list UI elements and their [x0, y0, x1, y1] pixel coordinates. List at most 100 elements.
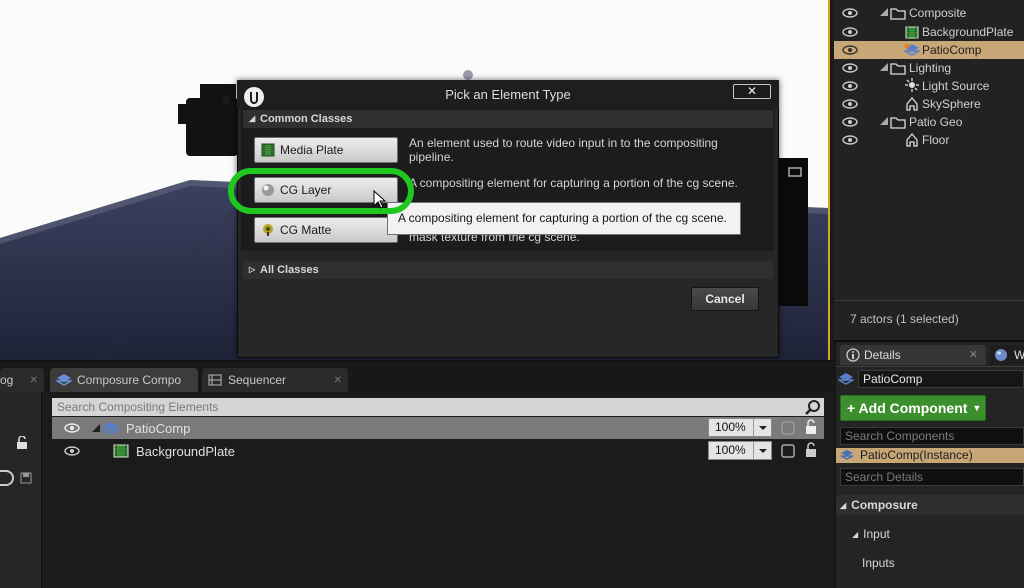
- media-plate-button[interactable]: Media Plate: [254, 137, 398, 163]
- eye-icon[interactable]: [842, 98, 858, 110]
- chevron-down-icon[interactable]: [753, 442, 771, 459]
- eye-icon[interactable]: [842, 62, 858, 74]
- composite-icon: [840, 449, 854, 461]
- element-label: BackgroundPlate: [136, 443, 236, 459]
- actor-icon: [905, 132, 919, 147]
- lock-icon[interactable]: [16, 436, 28, 450]
- category-label: Composure: [851, 498, 918, 512]
- category-composure[interactable]: ◢ Composure: [836, 495, 1024, 515]
- actor-icon: [905, 96, 919, 111]
- outliner-item-backgroundplate[interactable]: BackgroundPlate: [834, 23, 1024, 41]
- opacity-dropdown[interactable]: 100%: [708, 418, 772, 437]
- folder-icon: [890, 6, 906, 20]
- close-icon: ✕: [746, 84, 758, 98]
- tab-sequencer[interactable]: Sequencer ✕: [202, 368, 348, 392]
- checkbox-icon[interactable]: [781, 444, 795, 458]
- outliner-item-light-source[interactable]: Light Source: [834, 77, 1024, 95]
- cg-layer-description: A compositing element for capturing a po…: [409, 176, 738, 190]
- close-button[interactable]: ✕: [733, 84, 771, 99]
- outliner-item-lighting[interactable]: Lighting: [834, 59, 1024, 77]
- checkbox-icon[interactable]: [781, 421, 795, 435]
- outliner-item-floor[interactable]: Floor: [834, 131, 1024, 149]
- component-instance-row[interactable]: PatioComp(Instance): [836, 448, 1024, 463]
- cg-matte-icon: [261, 223, 275, 237]
- outliner-item-skysphere[interactable]: SkySphere: [834, 95, 1024, 113]
- outliner-item-patiocomp[interactable]: PatioComp: [834, 41, 1024, 59]
- eye-icon[interactable]: [842, 134, 858, 146]
- outliner-label: BackgroundPlate: [922, 25, 1014, 39]
- tab-label: Sequencer: [228, 373, 287, 387]
- eye-icon[interactable]: [64, 445, 80, 457]
- element-label: PatioComp: [126, 420, 191, 436]
- opacity-dropdown[interactable]: 100%: [708, 441, 772, 460]
- outliner-label: Composite: [909, 6, 967, 20]
- tooltip: A compositing element for capturing a po…: [387, 202, 741, 235]
- section-label: All Classes: [260, 264, 319, 276]
- add-component-button[interactable]: + Add Component ▼: [840, 395, 986, 421]
- opacity-value: 100%: [715, 420, 746, 434]
- divider: [834, 300, 1024, 301]
- lock-icon[interactable]: [804, 419, 818, 435]
- dialog-title-bar[interactable]: Pick an Element Type: [237, 80, 779, 108]
- outliner-item-composite[interactable]: Composite: [834, 4, 1024, 22]
- close-icon[interactable]: ✕: [969, 348, 978, 361]
- chevron-down-icon[interactable]: [753, 419, 771, 436]
- expand-arrow-icon: ◢: [840, 500, 847, 510]
- expand-arrow-icon[interactable]: [880, 8, 888, 16]
- search-details-input[interactable]: Search Details: [840, 468, 1024, 486]
- category-input[interactable]: ◢ Input: [836, 524, 1024, 544]
- tab-details[interactable]: Details ✕: [840, 345, 986, 365]
- search-components-input[interactable]: Search Components: [840, 427, 1024, 445]
- save-icon[interactable]: [20, 472, 32, 484]
- actor-name-field[interactable]: PatioComp: [858, 370, 1024, 388]
- eye-icon[interactable]: [64, 422, 80, 434]
- search-compositing-elements-input[interactable]: Search Compositing Elements: [52, 398, 824, 416]
- tab-composure-compositing[interactable]: Composure Compo: [50, 368, 198, 392]
- world-outliner: Composite BackgroundPlate PatioComp Ligh…: [834, 0, 1024, 340]
- mouse-cursor-icon: [373, 190, 387, 210]
- unreal-logo-icon: [243, 86, 265, 108]
- eye-icon[interactable]: [842, 26, 858, 38]
- instance-label: PatioComp(Instance): [860, 448, 973, 462]
- eye-icon[interactable]: [842, 80, 858, 92]
- outliner-label: SkySphere: [922, 97, 981, 111]
- button-label: CG Matte: [280, 223, 332, 237]
- tab-label: Details: [864, 348, 901, 362]
- opacity-value: 100%: [715, 443, 746, 457]
- property-inputs[interactable]: Inputs: [836, 553, 1024, 573]
- eye-icon[interactable]: [842, 44, 858, 56]
- eye-icon[interactable]: [842, 7, 858, 19]
- eye-icon[interactable]: [842, 116, 858, 128]
- common-classes-header[interactable]: ◢ Common Classes: [243, 110, 773, 128]
- add-component-label: + Add Component: [847, 400, 968, 416]
- composite-icon: [56, 373, 72, 387]
- expand-arrow-icon[interactable]: [92, 424, 100, 432]
- media-plate-icon: [905, 25, 919, 39]
- dialog-title: Pick an Element Type: [445, 87, 571, 102]
- tab-world-settings[interactable]: W: [990, 345, 1024, 365]
- section-label: Common Classes: [260, 113, 353, 125]
- expand-arrow-icon[interactable]: [880, 117, 888, 125]
- tab-log[interactable]: og ✕: [0, 368, 44, 392]
- folder-icon: [890, 115, 906, 129]
- toggle-icon[interactable]: [0, 470, 14, 486]
- tab-label: og: [0, 373, 14, 387]
- close-icon[interactable]: ✕: [30, 375, 38, 386]
- outliner-label: Floor: [922, 133, 950, 147]
- lock-icon[interactable]: [804, 442, 818, 458]
- globe-icon: [994, 348, 1008, 362]
- property-label: Inputs: [862, 556, 895, 570]
- search-icon[interactable]: [805, 399, 821, 415]
- cg-matte-button[interactable]: CG Matte: [254, 217, 398, 243]
- outliner-item-patio-geo[interactable]: Patio Geo: [834, 113, 1024, 131]
- expand-arrow-icon[interactable]: [880, 63, 888, 71]
- button-label: Media Plate: [280, 143, 344, 157]
- collapse-arrow-icon: ▷: [249, 265, 256, 274]
- close-icon[interactable]: ✕: [334, 375, 342, 386]
- composite-icon: [102, 421, 120, 436]
- all-classes-header[interactable]: ▷ All Classes: [243, 261, 773, 279]
- category-label: Input: [863, 527, 890, 541]
- cancel-button[interactable]: Cancel: [691, 287, 759, 311]
- actor-count: 7 actors (1 selected): [850, 312, 959, 326]
- expand-arrow-icon: ◢: [249, 114, 256, 123]
